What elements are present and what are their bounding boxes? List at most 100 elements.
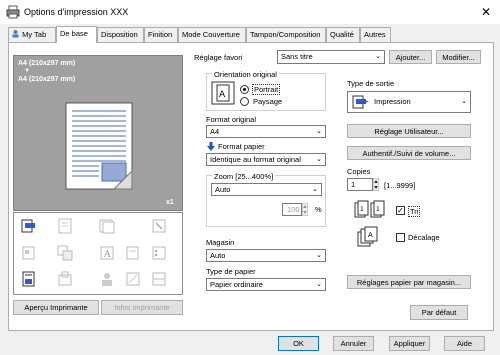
punch-icon[interactable] <box>150 244 168 262</box>
format-original-label: Format original <box>206 115 257 124</box>
zoom-select[interactable]: Auto ⌄ <box>211 183 322 196</box>
infos-imprimante-button[interactable]: Infos imprimante <box>101 300 183 315</box>
tab-label: Finition <box>148 30 173 39</box>
spinner-icon[interactable] <box>302 203 308 216</box>
chevron-down-icon: ⌄ <box>312 186 318 193</box>
secure-print-icon[interactable] <box>56 270 74 288</box>
collate-icon: 1 1 <box>354 200 385 218</box>
zoom-label: Zoom [25...400%] <box>212 172 276 181</box>
sortie-value: Impression <box>374 97 411 106</box>
format-original-value: A4 <box>210 127 220 136</box>
paysage-radio[interactable] <box>240 97 249 106</box>
portrait-radio[interactable] <box>240 85 249 94</box>
tab-qualite[interactable]: Qualité <box>326 27 360 42</box>
tab-finition[interactable]: Finition <box>144 27 178 42</box>
preview-original-size: A4 (210x297 mm) <box>18 60 76 67</box>
tab-label: My Tab <box>22 30 47 39</box>
appliquer-button[interactable]: Appliquer <box>389 336 430 351</box>
print-output-icon <box>352 95 369 109</box>
authentif-suivi-button[interactable]: Authentif./Suivi de volume... <box>347 146 471 160</box>
color-icon[interactable] <box>20 244 38 262</box>
sortie-label: Type de sortie <box>347 79 395 88</box>
add-favorite-button[interactable]: Ajouter... <box>389 50 432 64</box>
tab-tampon-composition[interactable]: Tampon/Composition <box>246 27 326 42</box>
sortie-select[interactable]: Impression ⌄ <box>347 91 471 113</box>
quality-icon[interactable] <box>20 270 38 288</box>
magasin-label: Magasin <box>206 238 235 247</box>
svg-text:A: A <box>103 250 111 260</box>
tab-label: Qualité <box>330 30 354 39</box>
window-title: Options d'impression XXX <box>24 7 129 17</box>
close-icon[interactable]: ✕ <box>476 4 496 20</box>
settings-thumbnails: A <box>13 212 183 295</box>
magasin-value: Auto <box>210 251 226 260</box>
svg-text:1: 1 <box>376 206 380 213</box>
format-papier-value: Identique au format original <box>210 155 301 164</box>
tab-my-tab[interactable]: My Tab <box>8 27 56 42</box>
favorite-value: Sans titre <box>281 52 313 61</box>
type-papier-label: Type de papier <box>206 267 256 276</box>
copies-input[interactable]: 1 <box>347 178 373 191</box>
watermark-icon[interactable] <box>124 270 142 288</box>
portrait-label: Portrait <box>252 84 281 95</box>
booklet-icon[interactable] <box>124 244 142 262</box>
ok-button[interactable]: OK <box>278 336 319 351</box>
zoom-unit: % <box>315 205 322 214</box>
combine-icon[interactable] <box>56 244 74 262</box>
page-preview-icon <box>65 102 133 190</box>
portrait-orientation-icon: A <box>211 81 235 105</box>
tab-autres[interactable]: Autres <box>360 27 391 42</box>
orientation-label: Orientation original <box>212 70 279 79</box>
tab-mode-couverture[interactable]: Mode Couverture <box>178 27 246 42</box>
fold-icon[interactable] <box>150 270 168 288</box>
paysage-label: Paysage <box>253 97 283 106</box>
aide-button[interactable]: Aide <box>444 336 485 351</box>
tab-label: De base <box>60 29 88 38</box>
title-bar: Options d'impression XXX ✕ <box>0 0 500 24</box>
duplex-icon[interactable] <box>98 217 116 235</box>
tri-checkbox[interactable]: ✓ <box>396 206 405 215</box>
zoom-number-input[interactable]: 100 <box>282 203 302 216</box>
arrow-down-icon <box>207 142 215 151</box>
preview-paper-size: A4 (210x297 mm) <box>18 76 76 83</box>
favorite-label: Réglage favori <box>194 53 243 62</box>
svg-text:A: A <box>219 90 226 100</box>
modify-favorite-button[interactable]: Modifier... <box>436 50 481 64</box>
annuler-button[interactable]: Annuler <box>333 336 374 351</box>
tab-de-base[interactable]: De base <box>56 26 97 43</box>
tab-disposition[interactable]: Disposition <box>97 27 144 42</box>
chevron-down-icon: ⌄ <box>316 281 322 288</box>
type-papier-value: Papier ordinaire <box>210 280 263 289</box>
spinner-icon[interactable] <box>373 178 379 191</box>
svg-text:A: A <box>368 231 373 239</box>
staple-icon[interactable] <box>150 217 168 235</box>
tab-label: Disposition <box>101 30 138 39</box>
magasin-select[interactable]: Auto ⌄ <box>206 249 326 262</box>
format-original-select[interactable]: A4 ⌄ <box>206 125 326 138</box>
format-papier-select[interactable]: Identique au format original ⌄ <box>206 153 326 166</box>
reglages-papier-magasin-button[interactable]: Réglages papier par magasin... <box>347 275 471 289</box>
offset-icon: A <box>357 226 378 247</box>
favorite-select[interactable]: Sans titre ⌄ <box>277 50 385 64</box>
copies-range: [1...9999] <box>384 181 416 190</box>
format-papier-label: Format papier <box>218 142 265 151</box>
svg-text:1: 1 <box>360 206 364 213</box>
type-papier-select[interactable]: Papier ordinaire ⌄ <box>206 278 326 291</box>
text-stamp-icon[interactable]: A <box>98 244 116 262</box>
zoom-value: Auto <box>215 185 231 194</box>
tri-label: Tri <box>408 206 421 217</box>
chevron-down-icon: ⌄ <box>461 98 467 105</box>
tab-label: Tampon/Composition <box>250 30 321 39</box>
preview-arrow-icon: ▼ <box>24 68 30 74</box>
user-auth-icon[interactable] <box>98 270 116 288</box>
printer-output-icon[interactable] <box>20 217 38 235</box>
chevron-down-icon: ⌄ <box>316 156 322 163</box>
user-icon <box>12 30 19 38</box>
reglage-utilisateur-button[interactable]: Réglage Utilisateur... <box>347 124 471 138</box>
tab-label: Autres <box>364 30 386 39</box>
par-defaut-button[interactable]: Par défaut <box>410 305 468 320</box>
layout-icon[interactable] <box>56 217 74 235</box>
decalage-checkbox[interactable] <box>396 233 405 242</box>
chevron-down-icon: ⌄ <box>316 128 322 135</box>
apercu-imprimante-button[interactable]: Aperçu Imprimante <box>13 300 99 315</box>
